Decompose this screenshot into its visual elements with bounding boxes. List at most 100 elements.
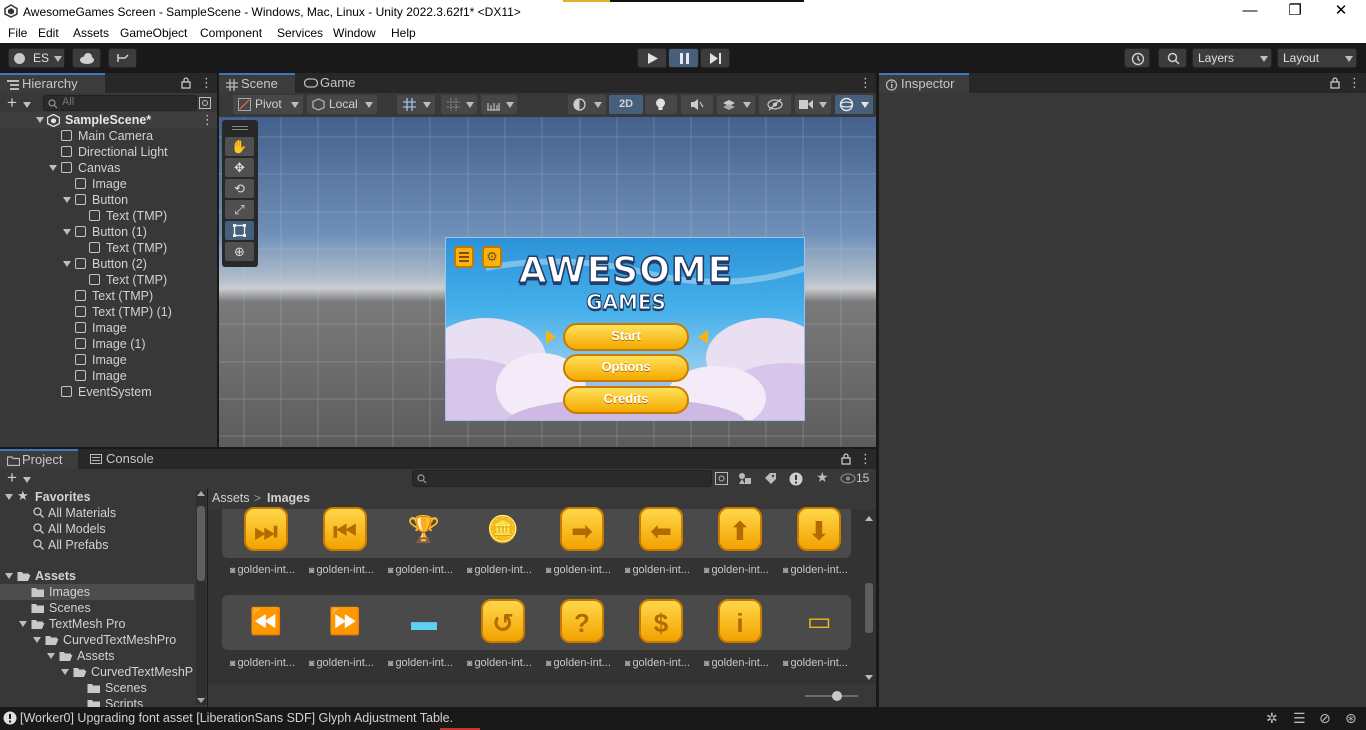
kebab-menu-icon[interactable]: ⋮ <box>201 112 214 128</box>
maximize-button[interactable]: ❐ <box>1273 2 1317 22</box>
expand-arrow-icon[interactable] <box>63 261 71 267</box>
project-search-input[interactable] <box>412 470 712 487</box>
ruler-toggle[interactable] <box>481 95 517 114</box>
project-tree-item[interactable]: Scenes <box>0 680 194 696</box>
debug-bug-icon[interactable]: ✲ <box>1266 710 1278 727</box>
asset-thumbnail[interactable]: ⏩ <box>309 597 381 649</box>
hierarchy-item[interactable]: Button (2) <box>0 256 217 272</box>
palette-drag-handle[interactable] <box>232 126 248 127</box>
step-button[interactable] <box>700 48 730 68</box>
menu-window[interactable]: Window <box>333 26 376 40</box>
2d-toggle[interactable]: 2D <box>609 95 643 114</box>
search-button[interactable] <box>1158 48 1187 68</box>
tab-inspector[interactable]: Inspector <box>879 73 969 93</box>
hierarchy-item[interactable]: Text (TMP) <box>0 240 217 256</box>
project-tree-item[interactable]: CurvedTextMeshP <box>0 664 194 680</box>
hidden-packages-eye-icon[interactable] <box>840 473 856 484</box>
asset-thumbnail[interactable]: ⏭ <box>230 505 302 557</box>
search-options-icon[interactable] <box>199 97 211 109</box>
tab-game[interactable]: Game <box>298 73 368 93</box>
scroll-down-icon[interactable] <box>197 698 205 703</box>
favorites-row[interactable]: ★ Favorites <box>0 489 194 505</box>
tree-scrollbar[interactable] <box>196 491 206 705</box>
asset-thumbnail[interactable]: i <box>704 597 776 649</box>
hierarchy-item[interactable]: Image (1) <box>0 336 217 352</box>
start-button[interactable]: Start <box>563 323 689 351</box>
lock-icon[interactable] <box>181 77 191 89</box>
layers-dropdown[interactable]: Layers <box>1192 48 1272 68</box>
effects-dropdown[interactable] <box>717 95 755 114</box>
expand-arrow-icon[interactable] <box>49 165 57 171</box>
search-by-type-icon[interactable] <box>715 472 728 485</box>
asset-thumbnail[interactable]: ⬇ <box>783 505 855 557</box>
menu-gameobject[interactable]: GameObject <box>120 26 187 40</box>
expand-arrow-icon[interactable] <box>63 197 71 203</box>
filter-by-label-icon[interactable] <box>764 472 777 485</box>
kebab-menu-icon[interactable]: ⋮ <box>200 75 213 91</box>
scroll-up-icon[interactable] <box>865 516 873 521</box>
account-button[interactable]: ES <box>8 48 65 68</box>
collab-button[interactable] <box>108 48 137 68</box>
breadcrumb-assets[interactable]: Assets <box>212 491 250 505</box>
local-dropdown[interactable]: Local <box>307 95 377 114</box>
filter-by-type-icon[interactable] <box>738 472 752 485</box>
asset-thumbnail[interactable]: ➡ <box>546 505 618 557</box>
menu-services[interactable]: Services <box>277 26 323 40</box>
gizmos-dropdown[interactable] <box>835 95 873 114</box>
tree-scrollbar-thumb[interactable] <box>197 506 205 581</box>
project-tree-item[interactable]: CurvedTextMeshPro <box>0 632 194 648</box>
hierarchy-item[interactable]: Image <box>0 176 217 192</box>
expand-arrow-icon[interactable] <box>19 621 27 627</box>
rect-tool-button[interactable] <box>225 221 254 240</box>
asset-thumbnail[interactable]: ↺ <box>467 597 539 649</box>
hierarchy-item[interactable]: Main Camera <box>0 128 217 144</box>
camera-dropdown[interactable] <box>795 95 831 114</box>
hierarchy-item[interactable]: Directional Light <box>0 144 217 160</box>
rotate-tool-button[interactable]: ⟲ <box>225 179 254 198</box>
auto-generate-lighting-icon[interactable]: ⊘ <box>1319 710 1331 727</box>
project-tree-item[interactable]: Assets <box>0 568 194 584</box>
play-button[interactable] <box>637 48 667 68</box>
scene-viewport[interactable]: ✋ ✥ ⟲ ⤢ ⊕ ⚙ AWESOME GAMES Start Options … <box>219 117 876 447</box>
menu-assets[interactable]: Assets <box>73 26 109 40</box>
close-button[interactable]: ✕ <box>1319 2 1363 22</box>
layout-dropdown[interactable]: Layout <box>1277 48 1357 68</box>
tab-scene[interactable]: Scene <box>219 73 295 93</box>
asset-thumbnail[interactable]: ▬ <box>388 597 460 649</box>
lock-icon[interactable] <box>841 453 851 465</box>
asset-thumbnail[interactable]: ⬆ <box>704 505 776 557</box>
progress-stack-icon[interactable]: ☰ <box>1293 710 1306 727</box>
transform-tool-button[interactable]: ⊕ <box>225 242 254 261</box>
asset-thumbnail[interactable]: ▭ <box>783 597 855 649</box>
hierarchy-item[interactable]: Image <box>0 368 217 384</box>
tab-hierarchy[interactable]: Hierarchy <box>0 73 105 93</box>
kebab-menu-icon[interactable]: ⋮ <box>859 451 872 467</box>
expand-arrow-icon[interactable] <box>33 637 41 643</box>
project-tree-item[interactable]: Scripts <box>0 696 194 707</box>
hierarchy-item[interactable]: Text (TMP) <box>0 272 217 288</box>
project-tree-item[interactable]: TextMesh Pro <box>0 616 194 632</box>
create-asset-button[interactable]: + <box>4 468 34 488</box>
hierarchy-item[interactable]: Image <box>0 352 217 368</box>
shading-mode-dropdown[interactable] <box>568 95 606 114</box>
assets-scrollbar-thumb[interactable] <box>865 583 873 633</box>
project-tree-item[interactable]: Scenes <box>0 600 194 616</box>
project-tree-item[interactable]: Assets <box>0 648 194 664</box>
hand-tool-button[interactable]: ✋ <box>225 137 254 156</box>
cloud-button[interactable] <box>72 48 101 68</box>
minimize-button[interactable]: — <box>1228 2 1272 22</box>
undo-history-button[interactable] <box>1124 48 1150 68</box>
hierarchy-item[interactable]: Canvas <box>0 160 217 176</box>
credits-button[interactable]: Credits <box>563 386 689 414</box>
asset-thumbnail[interactable]: $ <box>625 597 697 649</box>
options-button[interactable]: Options <box>563 354 689 382</box>
asset-thumbnail[interactable]: ⬅ <box>625 505 697 557</box>
asset-thumbnail[interactable]: ? <box>546 597 618 649</box>
expand-arrow-icon[interactable] <box>5 573 13 579</box>
hierarchy-item[interactable]: Text (TMP) <box>0 208 217 224</box>
hierarchy-item[interactable]: Image <box>0 320 217 336</box>
assets-scrollbar[interactable] <box>864 511 874 681</box>
lighting-toggle[interactable] <box>645 95 677 114</box>
audio-toggle[interactable] <box>681 95 713 114</box>
pause-button[interactable] <box>668 48 699 68</box>
